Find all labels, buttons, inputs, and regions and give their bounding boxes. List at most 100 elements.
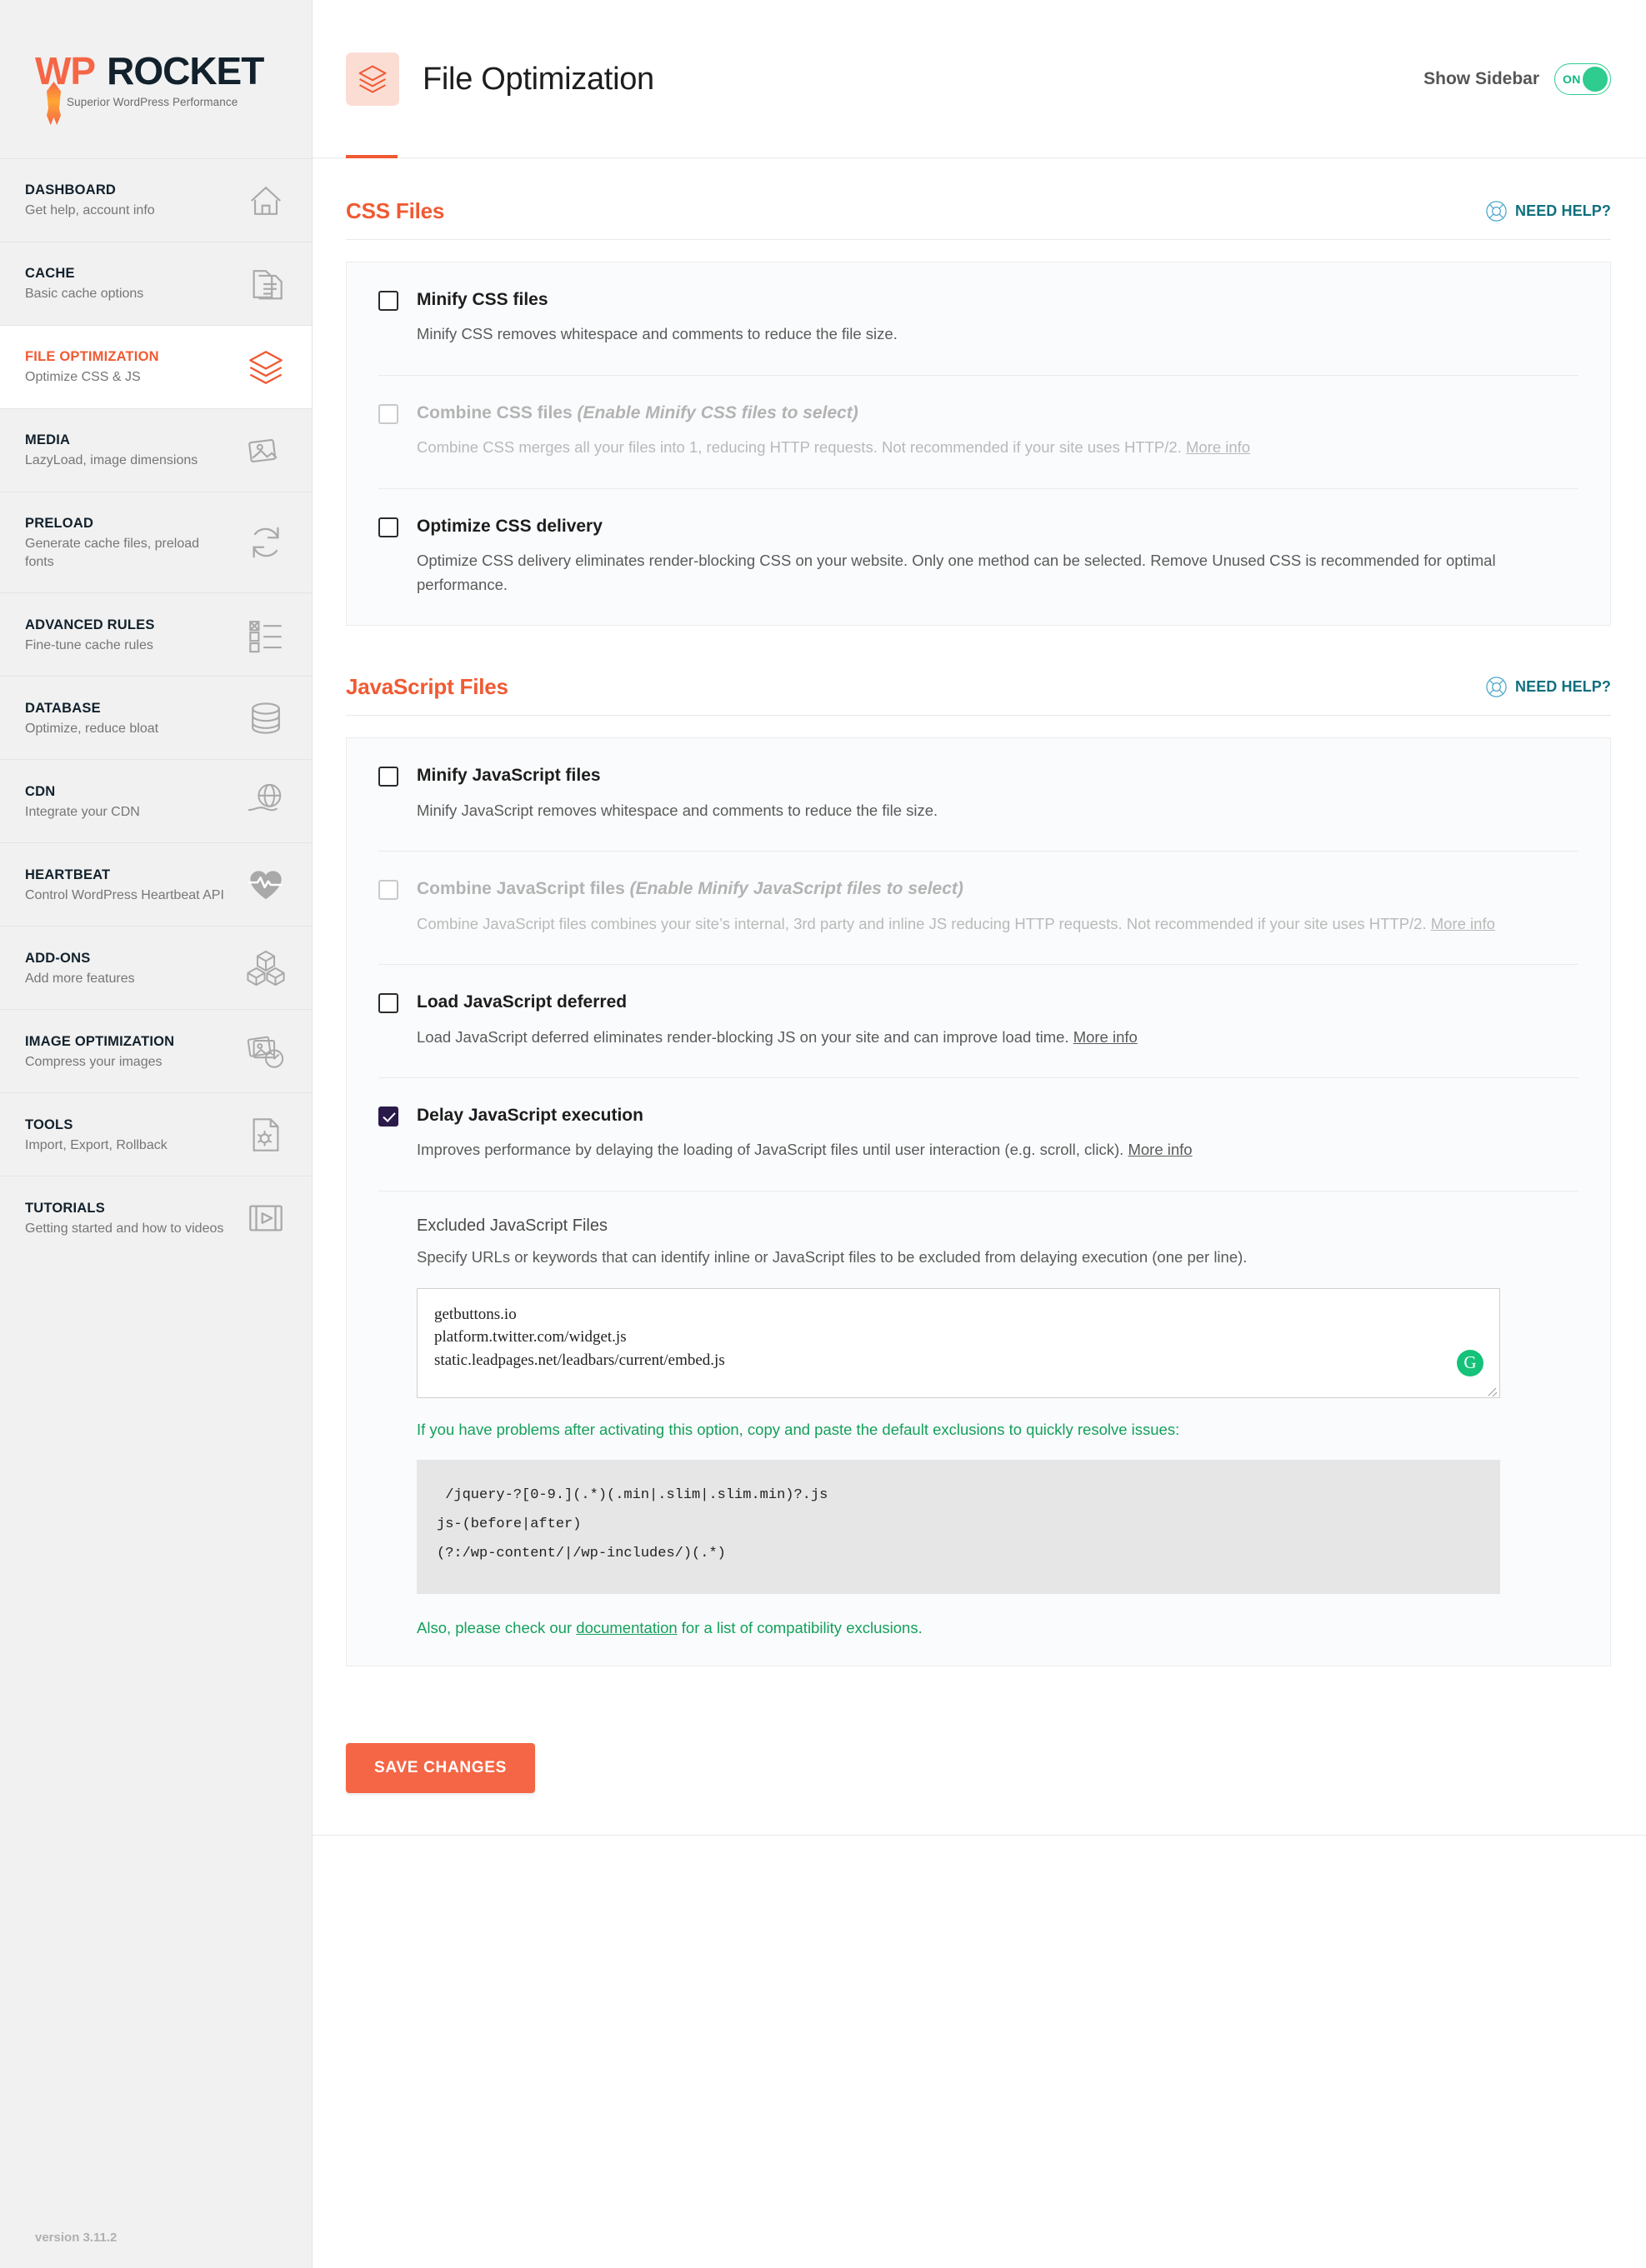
sidebar-item-cdn[interactable]: CDN Integrate your CDN (0, 759, 312, 842)
sidebar-item-title: DATABASE (25, 700, 101, 716)
sidebar-item-title: TUTORIALS (25, 1200, 105, 1216)
more-info-link[interactable]: More info (1186, 438, 1250, 456)
lifebuoy-icon (1485, 676, 1508, 698)
page-title: File Optimization (423, 61, 654, 97)
sidebar-item-title: TOOLS (25, 1117, 73, 1132)
option-checkbox[interactable] (378, 993, 398, 1014)
option-checkbox[interactable] (378, 880, 398, 901)
option-label: Optimize CSS delivery (417, 516, 603, 537)
grammarly-badge-icon[interactable]: G (1457, 1349, 1483, 1376)
option-description: Improves performance by delaying the loa… (417, 1138, 1538, 1162)
sidebar-item-title: DASHBOARD (25, 182, 117, 198)
option-checkbox[interactable] (378, 403, 398, 424)
css-section-header: CSS Files NEED HELP? (346, 198, 1611, 240)
js-options-list: Minify JavaScript files Minify JavaScript… (378, 738, 1578, 1191)
settings-content: CSS Files NEED HELP? Minify CSS files Mi… (313, 158, 1646, 1835)
option-label-text: Optimize CSS delivery (417, 516, 603, 536)
option-description-text: Combine CSS merges all your files into 1… (417, 438, 1186, 457)
heartbeat-icon (247, 866, 285, 904)
blocks-icon (247, 949, 285, 987)
sidebar-item-advanced-rules[interactable]: ADVANCED RULES Fine-tune cache rules (0, 592, 312, 676)
active-tab-indicator (346, 155, 398, 158)
need-help-label-js: NEED HELP? (1514, 678, 1611, 696)
option-description-text: Optimize CSS delivery eliminates render-… (417, 552, 1496, 593)
excluded-javascript-files-block: Excluded JavaScript Files Specify URLs o… (378, 1191, 1578, 1666)
version-label: version 3.11.2 (35, 2231, 118, 2245)
option-description: Minify CSS removes whitespace and commen… (417, 322, 1538, 347)
image-compress-icon (247, 1032, 285, 1071)
sidebar-item-add-ons[interactable]: ADD-ONS Add more features (0, 926, 312, 1009)
option-checkbox[interactable] (378, 1107, 398, 1127)
option-label-text: Combine CSS files (417, 402, 578, 422)
show-sidebar-toggle[interactable]: ON (1554, 63, 1611, 95)
option-checkbox[interactable] (378, 517, 398, 537)
save-changes-button[interactable]: SAVE CHANGES (346, 1743, 536, 1793)
sidebar-item-title: CACHE (25, 266, 75, 282)
wp-rocket-settings-page: WP ROCKET Superior WordPress Performance… (0, 0, 1646, 2268)
toggle-state-label: ON (1563, 72, 1581, 86)
sidebar-item-image-optimization[interactable]: IMAGE OPTIMIZATION Compress your images (0, 1009, 312, 1092)
default-exclusions-code-block[interactable]: /jquery-?[0-9.](.*)(.min|.slim|.slim.min… (417, 1460, 1500, 1594)
option-label: Minify CSS files (417, 289, 548, 311)
more-info-link[interactable]: More info (1431, 915, 1495, 932)
option-description: Minify JavaScript removes whitespace and… (417, 799, 1538, 823)
sidebar-item-media[interactable]: MEDIA LazyLoad, image dimensions (0, 408, 312, 492)
layers-icon (247, 348, 285, 387)
option-description-text: Minify JavaScript removes whitespace and… (417, 801, 938, 819)
sidebar-item-tutorials[interactable]: TUTORIALS Getting started and how to vide… (0, 1176, 312, 1259)
sidebar-nav: DASHBOARD Get help, account info CACHE Basi… (0, 158, 312, 1259)
more-info-link[interactable]: More info (1128, 1141, 1192, 1158)
code-line: js-(before|after) (437, 1516, 582, 1533)
sidebar-item-tools[interactable]: TOOLS Import, Export, Rollback (0, 1092, 312, 1176)
option-label-hint: (Enable Minify CSS files to select) (577, 402, 858, 422)
option-label: Load JavaScript deferred (417, 992, 627, 1013)
documentation-note-before: Also, please check our (417, 1619, 577, 1636)
sidebar-item-desc: Optimize, reduce bloat (25, 721, 159, 736)
need-help-link-css[interactable]: NEED HELP? (1485, 200, 1611, 222)
sidebar-item-file-optimization[interactable]: FILE OPTIMIZATION Optimize CSS & JS (0, 325, 312, 408)
need-help-link-js[interactable]: NEED HELP? (1485, 676, 1611, 698)
option-description: Combine JavaScript files combines your s… (417, 912, 1538, 937)
sidebar-item-database[interactable]: DATABASE Optimize, reduce bloat (0, 676, 312, 759)
sidebar-item-heartbeat[interactable]: HEARTBEAT Control WordPress Heartbeat API (0, 842, 312, 926)
sidebar-item-title: ADD-ONS (25, 950, 91, 966)
documentation-link[interactable]: documentation (576, 1619, 677, 1636)
option-checkbox[interactable] (378, 767, 398, 787)
css-section-title: CSS Files (346, 198, 445, 223)
sidebar-item-desc: Control WordPress Heartbeat API (25, 887, 224, 902)
option-description: Optimize CSS delivery eliminates render-… (417, 549, 1538, 597)
sidebar-item-title: ADVANCED RULES (25, 617, 155, 632)
more-info-link[interactable]: More info (1073, 1028, 1138, 1046)
images-icon (247, 432, 285, 470)
brand-logo: WP ROCKET Superior WordPress Performance (0, 0, 312, 158)
option-row: Optimize CSS delivery Optimize CSS delive… (378, 487, 1578, 626)
option-description-text: Combine JavaScript files combines your s… (417, 914, 1431, 932)
sidebar-item-desc: Generate cache files, preload fonts (25, 537, 200, 569)
brand-rocket-text: ROCKET (107, 49, 264, 92)
lifebuoy-icon (1485, 200, 1508, 222)
option-checkbox[interactable] (378, 291, 398, 311)
documentation-note-after: for a list of compatibility exclusions. (677, 1619, 923, 1636)
option-label-text: Minify CSS files (417, 290, 548, 309)
sidebar-item-desc: LazyLoad, image dimensions (25, 453, 198, 468)
excluded-files-desc: Specify URLs or keywords that can identi… (417, 1248, 1248, 1266)
header-right-controls: Show Sidebar ON (1423, 63, 1611, 95)
excluded-files-textarea[interactable] (417, 1287, 1500, 1398)
sidebar-item-desc: Get help, account info (25, 203, 155, 218)
javascript-files-section: JavaScript Files NEED HELP? Minify JavaS… (346, 674, 1611, 1666)
option-description: Combine CSS merges all your files into 1… (417, 436, 1538, 460)
main-content: File Optimization Show Sidebar ON CSS Fi… (313, 0, 1646, 2268)
sidebar-item-cache[interactable]: CACHE Basic cache options (0, 242, 312, 325)
sidebar-item-desc: Getting started and how to videos (25, 1221, 224, 1236)
sidebar-item-preload[interactable]: PRELOAD Generate cache files, preload fon… (0, 492, 312, 592)
code-line: (?:/wp-content/|/wp-includes/)(.*) (437, 1546, 726, 1562)
checklist-icon (247, 616, 285, 654)
option-description-text: Load JavaScript deferred eliminates rend… (417, 1027, 1073, 1046)
option-label-hint: (Enable Minify JavaScript files to selec… (629, 879, 963, 899)
textarea-resize-handle[interactable] (1486, 1384, 1498, 1396)
sidebar-item-desc: Import, Export, Rollback (25, 1137, 168, 1152)
sidebar-item-desc: Compress your images (25, 1054, 163, 1069)
option-label-text: Load JavaScript deferred (417, 992, 628, 1012)
js-section-title: JavaScript Files (346, 674, 508, 700)
sidebar-item-dashboard[interactable]: DASHBOARD Get help, account info (0, 158, 312, 242)
